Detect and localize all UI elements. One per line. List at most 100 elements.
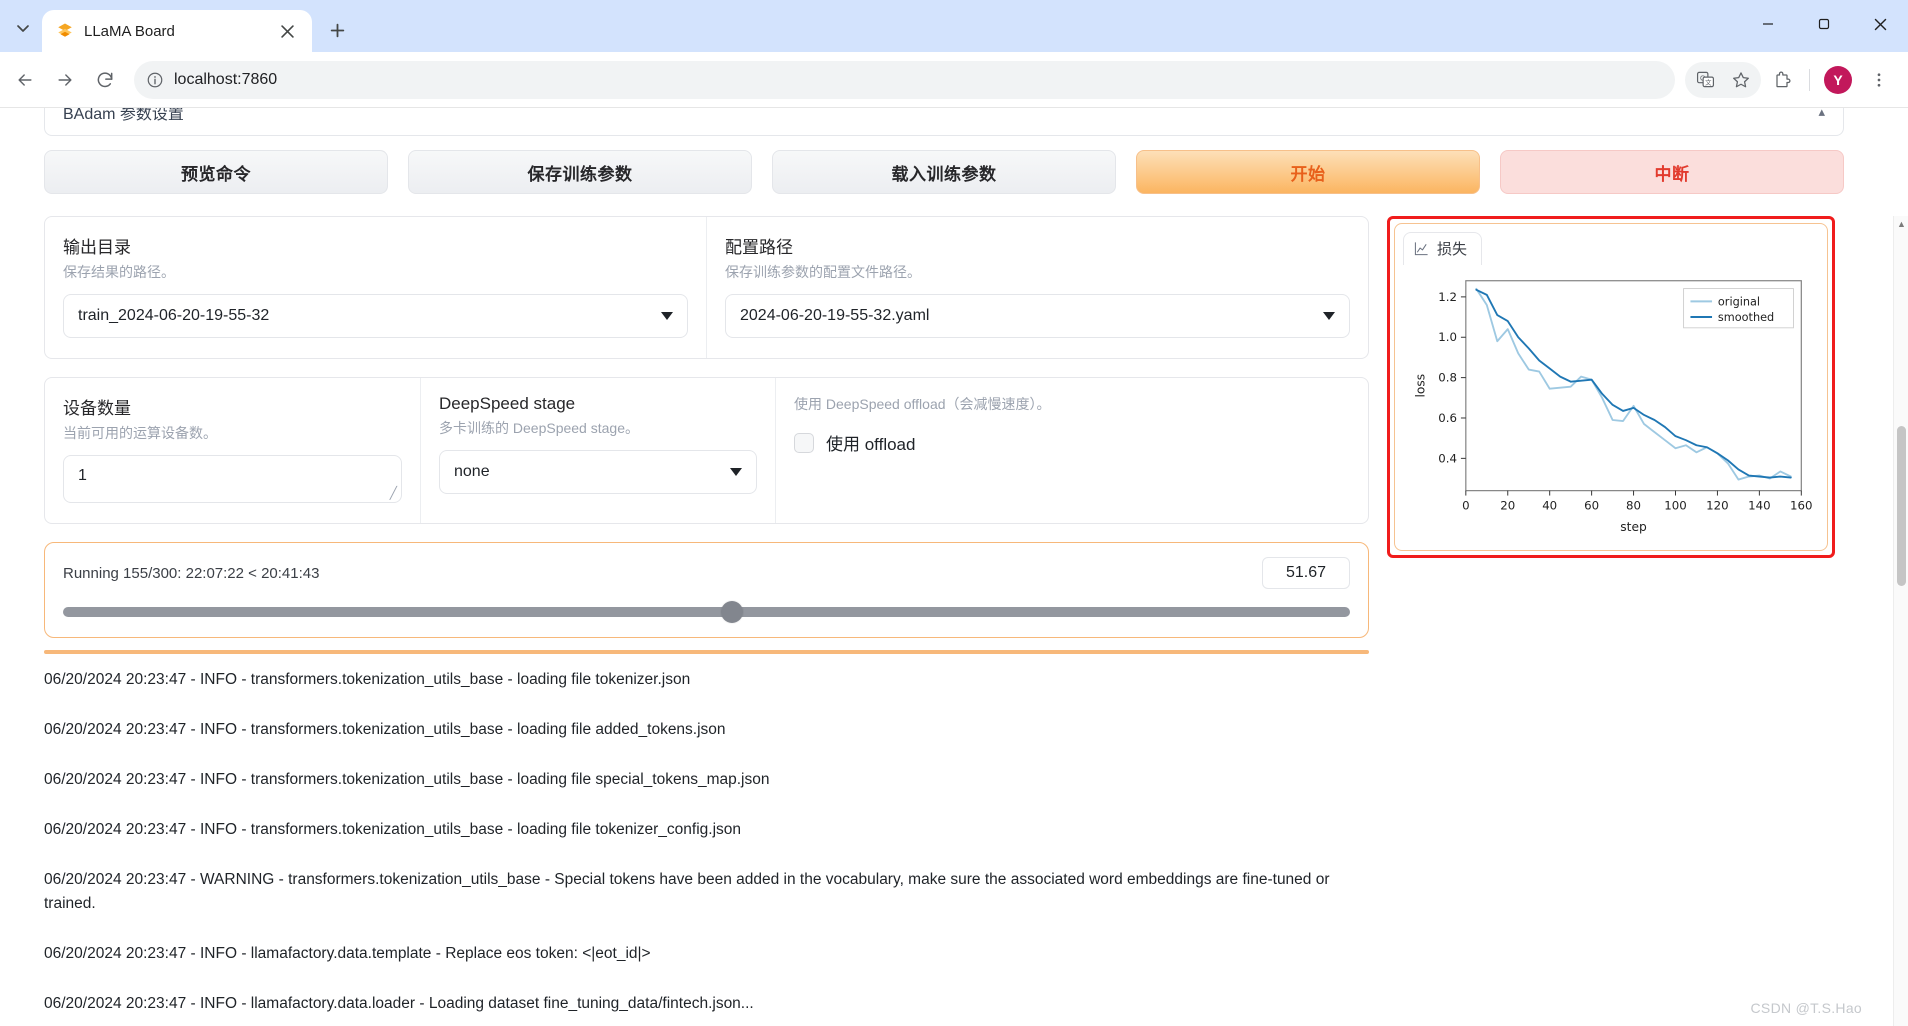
bookmark-star-icon[interactable]: [1725, 64, 1757, 96]
use-offload-checkbox-row[interactable]: 使用 offload: [794, 430, 1350, 455]
page-scrollbar-thumb[interactable]: [1897, 426, 1906, 586]
svg-text:step: step: [1620, 520, 1647, 534]
chevron-down-icon[interactable]: [1323, 312, 1335, 320]
config-path-value: 2024-06-20-19-55-32.yaml: [740, 307, 930, 324]
paths-panel: 输出目录 保存结果的路径。 train_2024-06-20-19-55-32 …: [44, 216, 1369, 359]
csdn-watermark: CSDN @T.S.Hao: [1750, 1000, 1862, 1016]
log-line: 06/20/2024 20:23:47 - WARNING - transfor…: [44, 871, 1330, 913]
tab-close-icon[interactable]: [274, 18, 300, 44]
deepspeed-stage-dropdown[interactable]: none: [439, 450, 757, 494]
use-offload-checkbox[interactable]: [794, 432, 814, 453]
reload-button[interactable]: [86, 61, 124, 99]
page-scrollbar[interactable]: ▲ ▼: [1893, 216, 1908, 1026]
output-dir-hint: 保存结果的路径。: [63, 264, 175, 280]
back-button[interactable]: [6, 61, 44, 99]
deepspeed-offload-group: 使用 DeepSpeed offload（会减慢速度）。 使用 offload: [775, 378, 1368, 523]
device-count-label: 设备数量: [63, 399, 131, 418]
output-dir-group: 输出目录 保存结果的路径。 train_2024-06-20-19-55-32: [45, 217, 706, 358]
log-line: 06/20/2024 20:23:47 - INFO - transformer…: [44, 721, 726, 739]
tab-loss-label: 损失: [1437, 241, 1468, 258]
device-count-group: 设备数量 当前可用的运算设备数。 1 ╱: [45, 378, 420, 523]
chevron-up-icon[interactable]: ▴: [1818, 108, 1825, 120]
window-close-button[interactable]: [1852, 0, 1908, 48]
svg-text:smoothed: smoothed: [1718, 311, 1774, 324]
svg-text:160: 160: [1790, 498, 1812, 512]
log-line: 06/20/2024 20:23:47 - INFO - transformer…: [44, 671, 691, 688]
chevron-down-icon[interactable]: [730, 468, 742, 476]
line-chart-icon: [1414, 241, 1429, 256]
site-info-icon[interactable]: [146, 71, 164, 89]
toolbar-right-actions: G 文 Y: [1685, 61, 1898, 99]
deepspeed-stage-value: none: [454, 463, 490, 480]
page-content: BAdam 参数设置 ▴ 预览命令 保存训练参数 载入训练参数 开始 中断 输出…: [0, 108, 1908, 1026]
svg-text:0.8: 0.8: [1438, 371, 1457, 385]
log-line: 06/20/2024 20:23:47 - INFO - llamafactor…: [44, 995, 754, 1013]
browser-window: LLaMA Board localhost:7860 文 Y BAdam 参数设…: [0, 0, 1908, 1026]
svg-text:140: 140: [1748, 498, 1770, 512]
deepspeed-stage-group: DeepSpeed stage 多卡训练的 DeepSpeed stage。 n…: [420, 378, 775, 523]
preview-command-button[interactable]: 预览命令: [44, 150, 388, 194]
device-count-value: 1: [78, 467, 87, 484]
llama-board-app: BAdam 参数设置 ▴ 预览命令 保存训练参数 载入训练参数 开始 中断 输出…: [44, 108, 1844, 1026]
plot-tab-bar: 损失: [1395, 224, 1827, 265]
device-count-input[interactable]: 1 ╱: [63, 455, 402, 503]
resize-grip-icon[interactable]: ╱: [390, 487, 397, 499]
progress-slider[interactable]: [63, 601, 1350, 623]
training-progress-panel: Running 155/300: 22:07:22 < 20:41:43 51.…: [44, 542, 1369, 638]
action-button-row: 预览命令 保存训练参数 载入训练参数 开始 中断: [44, 150, 1844, 194]
right-column: 损失 0 20 40 60 80 100 120 140 160 0.4 0.6 0.8 1.0 1.2 s…: [1387, 216, 1835, 558]
window-controls: [1740, 0, 1908, 48]
svg-text:100: 100: [1664, 498, 1686, 512]
svg-text:120: 120: [1706, 498, 1728, 512]
tab-loss[interactable]: 损失: [1403, 232, 1483, 265]
svg-text:20: 20: [1500, 498, 1515, 512]
llama-board-logo-icon: [58, 23, 72, 37]
new-tab-button[interactable]: [320, 13, 354, 47]
minimize-button[interactable]: [1740, 0, 1796, 48]
badam-settings-accordion[interactable]: BAdam 参数设置 ▴: [44, 108, 1844, 136]
left-column: 输出目录 保存结果的路径。 train_2024-06-20-19-55-32 …: [44, 216, 1369, 1026]
abort-button[interactable]: 中断: [1500, 150, 1844, 194]
svg-text:1.0: 1.0: [1438, 330, 1457, 344]
save-train-args-button[interactable]: 保存训练参数: [408, 150, 752, 194]
svg-text:original: original: [1718, 295, 1760, 308]
svg-text:0.6: 0.6: [1438, 411, 1457, 425]
loss-plot-highlight-box: 损失 0 20 40 60 80 100 120 140 160 0.4 0.6 0.8 1.0 1.2 s…: [1387, 216, 1835, 558]
progress-slider-knob[interactable]: [721, 601, 744, 623]
tab-search-icon[interactable]: [6, 11, 40, 45]
device-panel: 设备数量 当前可用的运算设备数。 1 ╱ DeepSpeed stage 多卡训…: [44, 377, 1369, 524]
forward-button[interactable]: [46, 61, 84, 99]
log-line: 06/20/2024 20:23:47 - INFO - llamafactor…: [44, 945, 651, 963]
progress-status-text: Running 155/300: 22:07:22 < 20:41:43: [63, 564, 320, 582]
use-offload-label: 使用 offload: [826, 435, 916, 454]
config-path-hint: 保存训练参数的配置文件路径。: [725, 264, 921, 280]
svg-text:80: 80: [1626, 498, 1641, 512]
extensions-icon[interactable]: [1763, 61, 1801, 99]
profile-avatar[interactable]: Y: [1824, 65, 1852, 94]
start-button[interactable]: 开始: [1136, 150, 1480, 194]
config-path-label: 配置路径: [725, 238, 793, 257]
log-line: 06/20/2024 20:23:47 - INFO - transformer…: [44, 821, 742, 839]
tab-strip: LLaMA Board: [0, 0, 1908, 52]
maximize-button[interactable]: [1796, 0, 1852, 48]
load-train-args-button[interactable]: 载入训练参数: [772, 150, 1116, 194]
scroll-up-icon[interactable]: ▲: [1894, 216, 1908, 231]
translate-bookmark-group: G 文: [1685, 61, 1761, 98]
main-grid: 输出目录 保存结果的路径。 train_2024-06-20-19-55-32 …: [44, 216, 1844, 1026]
svg-text:文: 文: [1705, 78, 1712, 87]
progress-header: Running 155/300: 22:07:22 < 20:41:43 51.…: [63, 557, 1350, 589]
svg-text:1.2: 1.2: [1438, 290, 1457, 304]
address-bar[interactable]: localhost:7860: [134, 60, 1675, 99]
browser-toolbar: localhost:7860 G 文 Y: [0, 52, 1908, 108]
output-dir-dropdown[interactable]: train_2024-06-20-19-55-32: [63, 294, 688, 338]
loss-plot-panel: 损失 0 20 40 60 80 100 120 140 160 0.4 0.6 0.8 1.0 1.2 s…: [1394, 223, 1828, 551]
address-bar-url[interactable]: localhost:7860: [174, 71, 1661, 89]
config-path-dropdown[interactable]: 2024-06-20-19-55-32.yaml: [725, 294, 1350, 338]
browser-tab[interactable]: LLaMA Board: [42, 10, 312, 52]
translate-icon[interactable]: G 文: [1689, 64, 1721, 96]
loss-chart-area: 0 20 40 60 80 100 120 140 160 0.4 0.6 0.8 1.0 1.2 step…: [1395, 265, 1827, 542]
browser-menu-icon[interactable]: [1860, 61, 1898, 99]
training-log-output: 06/20/2024 20:23:47 - INFO - transformer…: [44, 668, 1369, 1026]
chevron-down-icon[interactable]: [661, 312, 673, 320]
svg-text:40: 40: [1542, 498, 1557, 512]
